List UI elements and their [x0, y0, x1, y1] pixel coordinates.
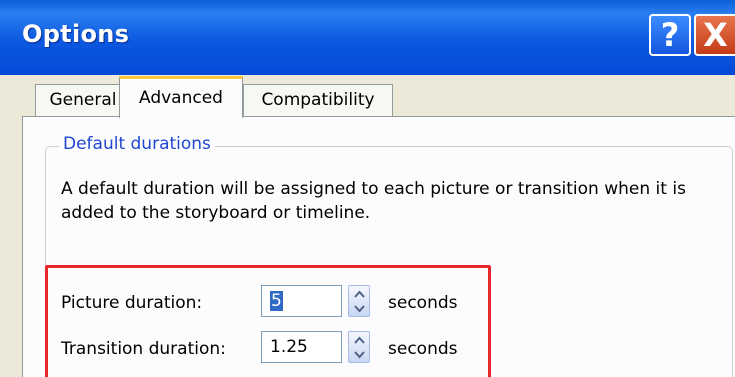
tab-compatibility[interactable]: Compatibility: [243, 84, 393, 116]
transition-duration-unit: seconds: [388, 339, 458, 359]
picture-duration-input[interactable]: 5: [261, 285, 342, 317]
picture-duration-unit: seconds: [388, 293, 458, 313]
title-bar[interactable]: Options ? X: [0, 0, 735, 75]
spin-down-icon[interactable]: [354, 349, 365, 359]
help-button[interactable]: ?: [649, 14, 691, 56]
picture-duration-value: 5: [270, 291, 283, 311]
picture-duration-spinner[interactable]: [348, 285, 370, 317]
close-button[interactable]: X: [694, 14, 735, 56]
tab-advanced[interactable]: Advanced: [119, 76, 243, 118]
options-dialog: Options ? X General Advanced Compatibili…: [0, 0, 735, 377]
group-title: Default durations: [59, 134, 215, 154]
spin-down-icon[interactable]: [354, 303, 365, 313]
window-title: Options: [22, 20, 130, 48]
transition-duration-label: Transition duration:: [61, 339, 226, 359]
spin-up-icon[interactable]: [354, 336, 365, 346]
transition-duration-input[interactable]: 1.25: [261, 331, 342, 363]
tab-general[interactable]: General: [35, 84, 131, 116]
advanced-tab-panel: Default durations A default duration wil…: [22, 116, 735, 377]
picture-duration-label: Picture duration:: [61, 293, 203, 313]
spin-up-icon[interactable]: [354, 290, 365, 300]
description-text: A default duration will be assigned to e…: [61, 179, 686, 223]
transition-duration-spinner[interactable]: [348, 331, 370, 363]
